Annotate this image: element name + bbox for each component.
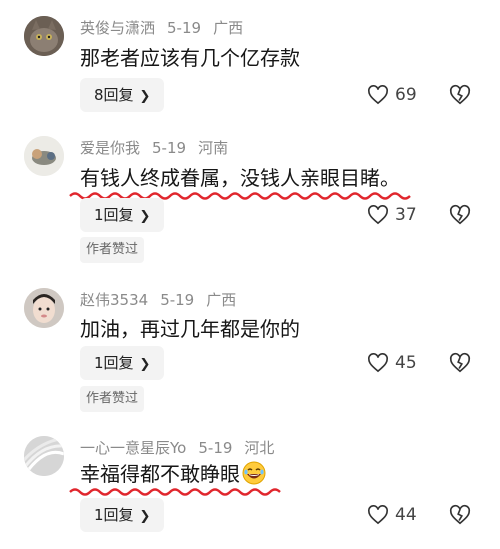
username[interactable]: 一心一意星辰Yo — [80, 439, 186, 457]
comment-date: 5-19 — [198, 439, 233, 457]
avatar[interactable] — [24, 436, 64, 476]
heart-icon — [368, 505, 388, 525]
comment-location: 河南 — [198, 139, 229, 157]
broken-heart-icon[interactable] — [449, 204, 471, 226]
reply-label: 8回复 — [94, 86, 134, 104]
comment-date: 5-19 — [152, 139, 187, 157]
like-button[interactable]: 69 — [367, 81, 417, 109]
comment-text: 加油，再过几年都是你的 — [80, 317, 300, 341]
reply-label: 1回复 — [94, 506, 134, 524]
comment-location: 河北 — [244, 439, 275, 457]
avatar[interactable] — [24, 16, 64, 56]
comment-date: 5-19 — [160, 291, 195, 309]
comment-text-content: 幸福得都不敢睁眼 — [80, 462, 240, 486]
comment-meta: 爱是你我 5-19 河南 — [80, 137, 240, 158]
comment-text: 那老者应该有几个亿存款 — [80, 46, 300, 70]
reply-button[interactable]: 1回复 ❯ — [80, 198, 165, 232]
comment-location: 广西 — [206, 291, 237, 309]
username[interactable]: 英俊与潇洒 — [80, 19, 155, 37]
like-count: 37 — [395, 205, 417, 225]
red-wavy-underline — [69, 488, 281, 496]
comment-meta: 英俊与潇洒 5-19 广西 — [80, 17, 255, 38]
comment-location: 广西 — [213, 19, 244, 37]
broken-heart-icon[interactable] — [449, 504, 471, 526]
reply-label: 1回复 — [94, 206, 134, 224]
chevron-right-icon: ❯ — [139, 357, 151, 372]
broken-heart-icon[interactable] — [449, 352, 471, 374]
like-count: 45 — [395, 353, 417, 373]
reply-button[interactable]: 8回复 ❯ — [80, 78, 165, 112]
like-button[interactable]: 45 — [367, 349, 417, 377]
heart-icon — [368, 205, 388, 225]
reply-label: 1回复 — [94, 354, 134, 372]
like-count: 44 — [395, 505, 417, 525]
comment-text: 幸福得都不敢睁眼 — [80, 460, 266, 488]
broken-heart-icon[interactable] — [449, 84, 471, 106]
heart-icon — [368, 85, 388, 105]
comment-meta: 一心一意星辰Yo 5-19 河北 — [80, 437, 286, 458]
author-liked-badge: 作者赞过 — [80, 237, 145, 263]
username[interactable]: 赵伟3534 — [80, 291, 148, 309]
avatar[interactable] — [24, 136, 64, 176]
comment-date: 5-19 — [167, 19, 202, 37]
chevron-right-icon: ❯ — [139, 209, 151, 224]
like-button[interactable]: 44 — [367, 501, 417, 529]
reply-button[interactable]: 1回复 ❯ — [80, 346, 165, 380]
comment-meta: 赵伟3534 5-19 广西 — [80, 289, 248, 310]
chevron-right-icon: ❯ — [139, 89, 151, 104]
like-button[interactable]: 37 — [367, 201, 417, 229]
heart-icon — [368, 353, 388, 373]
laughing-emoji-icon — [242, 461, 266, 485]
reply-button[interactable]: 1回复 ❯ — [80, 498, 165, 532]
comment-text: 有钱人终成眷属，没钱人亲眼目睹。 — [80, 166, 400, 190]
like-count: 69 — [395, 85, 417, 105]
author-liked-badge: 作者赞过 — [80, 386, 145, 412]
username[interactable]: 爱是你我 — [80, 139, 140, 157]
chevron-right-icon: ❯ — [139, 509, 151, 524]
avatar[interactable] — [24, 288, 64, 328]
